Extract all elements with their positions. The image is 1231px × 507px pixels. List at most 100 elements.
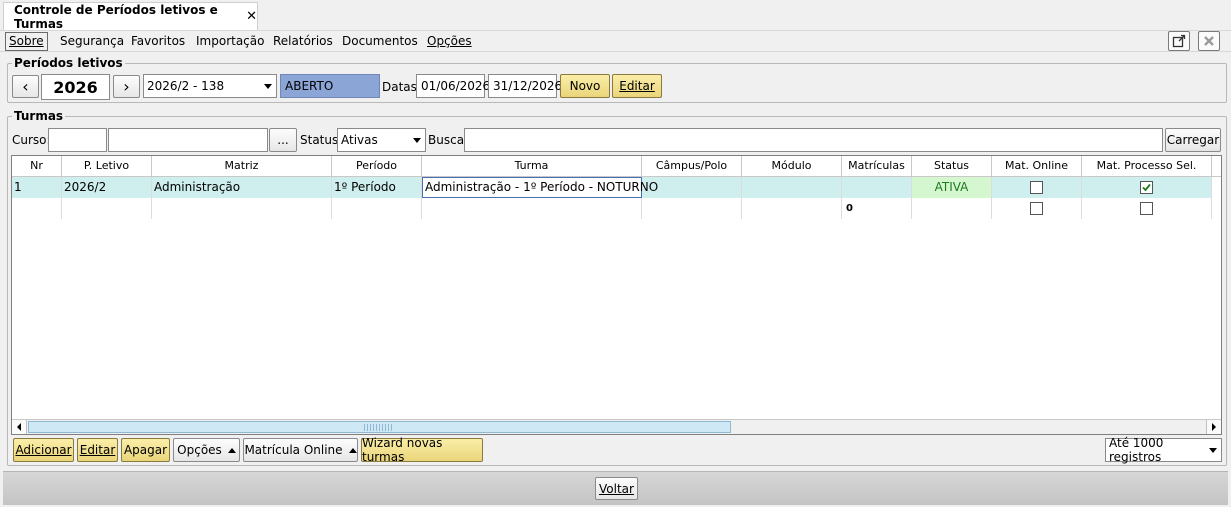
totals-cell-periodo	[332, 198, 422, 219]
curso-browse-button[interactable]: ...	[269, 128, 297, 152]
curso-name-field[interactable]	[108, 128, 268, 152]
scroll-right-icon[interactable]	[1206, 420, 1221, 434]
totals-cell-status	[912, 198, 992, 219]
menu-opcoes[interactable]: Opções	[427, 34, 472, 48]
totals-mat-processo-checkbox[interactable]	[1140, 202, 1153, 215]
chevron-up-icon	[227, 447, 236, 453]
total-matriculas: 0	[842, 198, 912, 219]
close-window-icon[interactable]	[1198, 31, 1220, 51]
carregar-button[interactable]: Carregar	[1165, 128, 1221, 152]
totals-cell-pletivo	[62, 198, 152, 219]
totals-cell-nr	[12, 198, 62, 219]
scroll-grip-icon	[364, 424, 394, 431]
curso-label: Curso:	[12, 133, 51, 147]
date-start-field[interactable]: 01/06/2026	[416, 74, 490, 98]
col-nr-header[interactable]: Nr	[12, 156, 62, 177]
menu-relatorios[interactable]: Relatórios	[273, 34, 333, 48]
menu-sobre[interactable]: Sobre	[5, 32, 48, 51]
opcoes-label: Opções	[177, 443, 222, 457]
total-matriculas-value: 0	[846, 203, 853, 214]
cell-status: ATIVA	[912, 177, 992, 198]
footer-bar: Voltar	[3, 471, 1228, 505]
apagar-button[interactable]: Apagar	[121, 438, 170, 462]
menu-seguranca[interactable]: Segurança	[60, 34, 124, 48]
date-end-field[interactable]: 31/12/2026	[488, 74, 562, 98]
menu-bar: Sobre Segurança Favoritos Importação Rel…	[0, 30, 1231, 52]
cell-periodo: 1º Período	[332, 177, 422, 198]
prev-year-button[interactable]: ‹	[12, 75, 39, 98]
voltar-button[interactable]: Voltar	[595, 477, 638, 500]
period-select[interactable]: 2026/2 - 138	[143, 74, 277, 98]
cell-modulo	[742, 177, 842, 198]
popout-window-icon[interactable]	[1168, 31, 1190, 51]
matricula-online-button[interactable]: Matrícula Online	[243, 438, 358, 462]
mat-online-checkbox[interactable]	[1030, 181, 1043, 194]
novo-button[interactable]: Novo	[560, 74, 610, 98]
menu-documentos[interactable]: Documentos	[342, 34, 418, 48]
col-pletivo-header[interactable]: P. Letivo	[62, 156, 152, 177]
menu-sobre-label: Sobre	[9, 34, 44, 48]
col-filler-header	[1212, 156, 1221, 177]
tab-title: Controle de Períodos letivos e Turmas	[14, 2, 218, 31]
chevron-up-icon	[348, 447, 357, 453]
totals-cell-turma	[422, 198, 642, 219]
col-mat-processo-header[interactable]: Mat. Processo Sel.	[1082, 156, 1212, 177]
mat-processo-checkbox[interactable]	[1140, 181, 1153, 194]
cell-matriculas	[842, 177, 912, 198]
records-limit-select[interactable]: Até 1000 registros	[1105, 436, 1222, 464]
editar-turma-button[interactable]: Editar	[77, 438, 118, 462]
tab-close-icon[interactable]: ✕	[246, 9, 257, 24]
adicionar-button[interactable]: Adicionar	[13, 438, 74, 462]
menu-favoritos[interactable]: Favoritos	[131, 34, 185, 48]
busca-label: Busca:	[428, 133, 469, 147]
year-field[interactable]: 2026	[41, 74, 110, 100]
period-select-value: 2026/2 - 138	[147, 79, 225, 93]
cell-pletivo: 2026/2	[62, 177, 152, 198]
cell-campus	[642, 177, 742, 198]
col-matriz-header[interactable]: Matriz	[152, 156, 332, 177]
totals-cell-modulo	[742, 198, 842, 219]
busca-input[interactable]	[464, 128, 1163, 152]
wizard-novas-turmas-button[interactable]: Wizard novas turmas	[361, 436, 483, 464]
table-row[interactable]: 1 2026/2 Administração 1º Período Admini…	[12, 177, 1212, 198]
period-status-field: ABERTO	[280, 74, 380, 98]
col-mat-online-header[interactable]: Mat. Online	[992, 156, 1082, 177]
totals-row: 0	[12, 198, 1212, 219]
col-modulo-header[interactable]: Módulo	[742, 156, 842, 177]
col-matriculas-header[interactable]: Matrículas	[842, 156, 912, 177]
chevron-down-icon	[264, 83, 272, 89]
col-turma-header[interactable]: Turma	[422, 156, 642, 177]
opcoes-button[interactable]: Opções	[173, 438, 240, 462]
totals-cell-mat-processo	[1082, 198, 1212, 219]
records-limit-value: Até 1000 registros	[1109, 436, 1164, 464]
scroll-thumb[interactable]	[28, 421, 731, 433]
menu-importacao[interactable]: Importação	[196, 34, 264, 48]
totals-cell-mat-online	[992, 198, 1082, 219]
totals-mat-online-checkbox[interactable]	[1030, 202, 1043, 215]
cell-nr: 1	[12, 177, 62, 198]
cell-mat-online	[992, 177, 1082, 198]
status-label: Status:	[300, 133, 343, 147]
totals-cell-campus	[642, 198, 742, 219]
chevron-down-icon	[1209, 447, 1217, 453]
window-tab[interactable]: Controle de Períodos letivos e Turmas ✕	[3, 2, 258, 31]
cell-matriz: Administração	[152, 177, 332, 198]
scroll-left-icon[interactable]	[12, 420, 27, 434]
chevron-down-icon	[413, 137, 421, 143]
totals-cell-matriz	[152, 198, 332, 219]
next-year-button[interactable]: ›	[113, 75, 140, 98]
cell-turma[interactable]: Administração - 1º Período - NOTURNO	[422, 177, 658, 198]
editar-period-button[interactable]: Editar	[612, 74, 662, 98]
periodos-legend: Períodos letivos	[12, 56, 125, 70]
cell-mat-processo	[1082, 177, 1212, 198]
col-campus-header[interactable]: Câmpus/Polo	[642, 156, 742, 177]
curso-code-field[interactable]	[48, 128, 107, 152]
status-select[interactable]: Ativas	[337, 128, 426, 152]
matricula-online-label: Matrícula Online	[244, 443, 343, 457]
horizontal-scrollbar[interactable]	[12, 419, 1221, 434]
status-select-value: Ativas	[341, 133, 378, 147]
turmas-legend: Turmas	[12, 109, 66, 123]
col-periodo-header[interactable]: Período	[332, 156, 422, 177]
col-status-header[interactable]: Status	[912, 156, 992, 177]
turmas-grid: Nr P. Letivo Matriz Período Turma Câmpus…	[11, 155, 1222, 435]
